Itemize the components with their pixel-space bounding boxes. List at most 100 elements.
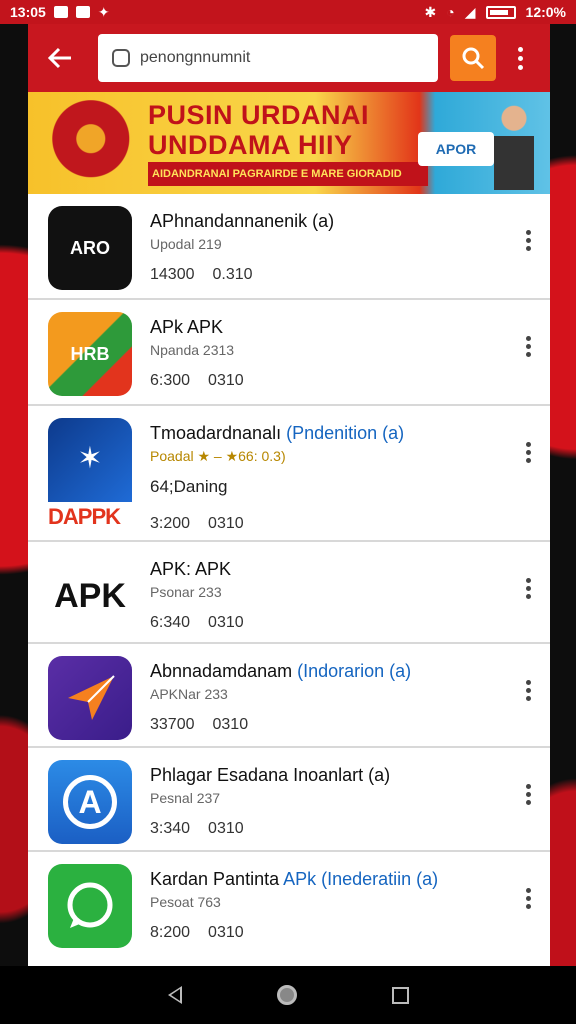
bluetooth-icon: ✱: [424, 3, 437, 20]
more-vert-icon: [525, 230, 531, 235]
more-vert-icon: [525, 336, 531, 341]
status-time-left: 13:05: [10, 4, 46, 20]
search-input-value: penongnnumnit: [140, 49, 251, 66]
dappk-app-icon: ✶: [48, 418, 132, 502]
status-bar: 13:05 ✦ ✱ ◔ ◢ 12:0%: [0, 0, 576, 24]
row-more-button[interactable]: [524, 784, 532, 805]
back-button[interactable]: [38, 36, 82, 80]
aro-app-icon: ARO: [48, 206, 132, 290]
banner-title-line2: UNDDAMA HIIY: [148, 130, 353, 160]
list-item[interactable]: ARO APhnandannanenik (a) Upodal 219 1430…: [28, 194, 550, 300]
chat-bubble-icon: [67, 882, 113, 928]
app-name: Phlagar Esadana Inoanlart (a): [150, 765, 550, 786]
more-vert-icon: [525, 442, 531, 447]
promo-banner[interactable]: PUSIN URDANAI UNDDAMA HIIY AIDANDRANAI P…: [28, 92, 550, 194]
bell-icon: ✦: [97, 3, 110, 20]
app-list: ARO APhnandannanenik (a) Upodal 219 1430…: [28, 194, 550, 966]
robot-mascot-icon: [38, 100, 134, 186]
app-name: APk APK: [150, 317, 550, 338]
row-more-button[interactable]: [524, 442, 532, 463]
app-meta: 33700 0310: [150, 716, 550, 734]
app-name-text: APK: APK: [150, 559, 232, 579]
battery-icon: [485, 5, 516, 19]
app-size: 6:300: [150, 372, 191, 389]
more-vert-icon: [517, 46, 523, 52]
nav-back-icon[interactable]: [167, 986, 182, 1004]
star-icon: ✶: [77, 442, 103, 475]
app-count: 0310: [208, 614, 244, 631]
more-vert-icon: [525, 888, 531, 893]
paper-plane-icon: [68, 675, 115, 720]
overflow-menu-button[interactable]: [510, 46, 530, 70]
icon-label: HRB: [70, 343, 110, 364]
list-item[interactable]: Kardan Pantinta APk (Inederatiin (a) Pes…: [28, 852, 550, 966]
row-more-button[interactable]: [524, 578, 532, 599]
app-meta: 3:340 0310: [150, 820, 550, 838]
letter-a-app-icon: A: [48, 760, 132, 844]
list-item[interactable]: APK APK: APK Psonar 233 6:340 0310: [28, 542, 550, 644]
more-vert-icon: [525, 680, 531, 685]
app-meta: 14300 0.310: [150, 266, 550, 284]
nav-home-icon[interactable]: [276, 985, 297, 1005]
list-item[interactable]: Abnnadamdanam (Indorarion (a) APKNar 233…: [28, 644, 550, 748]
row-more-button[interactable]: [524, 888, 532, 909]
app-count: 0310: [208, 515, 244, 532]
app-count: 0.310: [212, 266, 253, 283]
app-size: 3:200: [150, 515, 191, 532]
app-meta: 8:200 0310: [150, 924, 550, 942]
icon-label: A: [63, 775, 117, 829]
app-meta: 3:200 0310: [150, 515, 550, 533]
app-size: 6:340: [150, 614, 191, 631]
banner-title-line1: PUSIN URDANAI: [148, 100, 370, 130]
more-vert-icon: [525, 784, 531, 789]
apk-star-app-icon: HRB: [48, 312, 132, 396]
app-name-highlight: (Pndenition (a): [286, 423, 405, 443]
row-more-button[interactable]: [524, 336, 532, 357]
paper-plane-app-icon: [48, 656, 132, 740]
businessman-icon: [484, 98, 544, 190]
app-name-text: Phlagar Esadana Inoanlart (a): [150, 765, 391, 785]
search-icon: [462, 47, 485, 70]
app-developer: Npanda 2313: [150, 342, 235, 358]
row-more-button[interactable]: [524, 230, 532, 251]
more-vert-dot: [517, 55, 523, 61]
toolbar: penongnnumnit: [28, 24, 550, 92]
apk-text-app-icon: APK: [48, 554, 132, 638]
list-item[interactable]: HRB APk APK Npanda 2313 6:300 0310: [28, 300, 550, 406]
status-time-right: 12:0%: [525, 4, 566, 20]
app-count: 0310: [212, 716, 249, 733]
app-name-highlight: (Indorarion (a): [297, 661, 412, 681]
app-extra-info: 64;Daning: [150, 477, 228, 496]
app-name: APK: APK: [150, 559, 550, 580]
app-rating: Poadal ★ – ★66: 0.3): [150, 448, 286, 464]
search-input[interactable]: penongnnumnit: [98, 34, 438, 82]
app-name: APhnandannanenik (a): [150, 211, 550, 232]
app-count: 0310: [208, 372, 244, 389]
app-developer: APKNar 233: [150, 686, 228, 702]
banner-badge: APOR: [418, 132, 494, 166]
icon-label: APK: [54, 576, 126, 615]
icon-label: ARO: [70, 237, 110, 258]
app-name-text: Kardan Pantinta: [150, 869, 284, 889]
banner-title: PUSIN URDANAI UNDDAMA HIIY: [148, 100, 369, 160]
app-developer: Pesnal 237: [150, 790, 221, 806]
image-icon: [75, 6, 90, 18]
app-size: 33700: [150, 716, 195, 733]
row-more-button[interactable]: [524, 680, 532, 701]
list-item[interactable]: A Phlagar Esadana Inoanlart (a) Pesnal 2…: [28, 748, 550, 852]
dappk-logo-text: DAPPK: [48, 504, 121, 529]
app-name: Abnnadamdanam (Indorarion (a): [150, 661, 550, 682]
app-name-text: APhnandannanenik (a): [150, 211, 335, 231]
nav-recents-icon[interactable]: [391, 986, 409, 1004]
chat-bubble-app-icon: [48, 864, 132, 948]
system-nav-bar: [0, 966, 576, 1024]
wifi-icon: ◔: [446, 4, 455, 20]
app-count: 0310: [208, 924, 244, 941]
list-item[interactable]: ✶ DAPPK Tmoadardnanalı (Pndenition (a) P…: [28, 406, 550, 542]
notification-icon: [53, 6, 68, 18]
arrow-left-icon: [47, 47, 71, 69]
search-button[interactable]: [450, 35, 496, 81]
app-meta: 6:340 0310: [150, 614, 550, 632]
app-name-text: Tmoadardnanalı: [150, 423, 287, 443]
app-developer: Pesoat 763: [150, 894, 221, 910]
